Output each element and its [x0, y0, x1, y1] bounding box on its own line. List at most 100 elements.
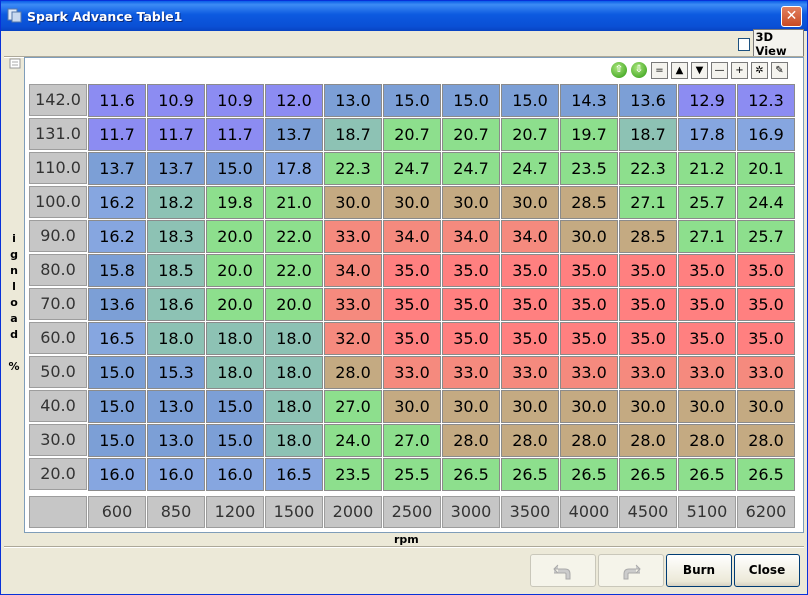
table-cell[interactable]: 24.7	[501, 152, 559, 185]
table-cell[interactable]: 13.0	[147, 390, 205, 423]
table-cell[interactable]: 20.0	[206, 254, 264, 287]
table-cell[interactable]: 35.0	[501, 254, 559, 287]
toolbar-button[interactable]: ✲	[751, 62, 768, 79]
table-cell[interactable]: 24.0	[324, 424, 382, 457]
increase-icon[interactable]: ⇧	[611, 62, 628, 79]
table-cell[interactable]: 27.1	[619, 186, 677, 219]
undo-button[interactable]	[530, 554, 596, 587]
table-cell[interactable]: 25.7	[737, 220, 795, 253]
table-cell[interactable]: 24.7	[383, 152, 441, 185]
table-cell[interactable]: 15.0	[88, 424, 146, 457]
table-cell[interactable]: 34.0	[324, 254, 382, 287]
table-cell[interactable]: 35.0	[442, 322, 500, 355]
decrease-icon[interactable]: ⇩	[631, 62, 648, 79]
table-cell[interactable]: 25.7	[678, 186, 736, 219]
table-cell[interactable]: 33.0	[442, 356, 500, 389]
table-cell[interactable]: 13.7	[265, 118, 323, 151]
table-cell[interactable]: 26.5	[501, 458, 559, 491]
close-button[interactable]: Close	[734, 554, 800, 587]
table-cell[interactable]: 35.0	[619, 254, 677, 287]
table-cell[interactable]: 13.6	[619, 84, 677, 117]
table-cell[interactable]: 20.7	[501, 118, 559, 151]
table-cell[interactable]: 30.0	[501, 186, 559, 219]
toolbar-button[interactable]: +	[731, 62, 748, 79]
title-bar[interactable]: Spark Advance Table1 ✕	[1, 1, 807, 31]
table-cell[interactable]: 10.9	[147, 84, 205, 117]
table-cell[interactable]: 16.0	[147, 458, 205, 491]
view-3d-checkbox[interactable]	[738, 37, 750, 51]
y-axis-cell[interactable]: 100.0	[29, 186, 87, 218]
x-axis-cell[interactable]: 3500	[501, 496, 559, 528]
y-axis-cell[interactable]: 131.0	[29, 118, 87, 150]
table-cell[interactable]: 28.5	[560, 186, 618, 219]
table-cell[interactable]: 30.0	[324, 186, 382, 219]
table-cell[interactable]: 30.0	[678, 390, 736, 423]
table-cell[interactable]: 30.0	[560, 390, 618, 423]
toolbar-button[interactable]: —	[711, 62, 728, 79]
table-cell[interactable]: 18.7	[619, 118, 677, 151]
table-cell[interactable]: 35.0	[442, 254, 500, 287]
table-cell[interactable]: 15.0	[383, 84, 441, 117]
table-cell[interactable]: 33.0	[560, 356, 618, 389]
toolbar-button[interactable]: ▼	[691, 62, 708, 79]
table-cell[interactable]: 33.0	[501, 356, 559, 389]
table-cell[interactable]: 15.0	[442, 84, 500, 117]
table-cell[interactable]: 30.0	[501, 390, 559, 423]
table-cell[interactable]: 13.7	[147, 152, 205, 185]
table-cell[interactable]: 30.0	[442, 390, 500, 423]
y-axis-cell[interactable]: 142.0	[29, 84, 87, 116]
table-cell[interactable]: 18.0	[147, 322, 205, 355]
table-cell[interactable]: 20.0	[206, 220, 264, 253]
table-cell[interactable]: 20.7	[383, 118, 441, 151]
table-cell[interactable]: 18.7	[324, 118, 382, 151]
y-axis-cell[interactable]: 70.0	[29, 288, 87, 320]
table-cell[interactable]: 22.0	[265, 220, 323, 253]
table-cell[interactable]: 34.0	[383, 220, 441, 253]
table-cell[interactable]: 16.2	[88, 186, 146, 219]
table-cell[interactable]: 35.0	[560, 322, 618, 355]
table-cell[interactable]: 30.0	[442, 186, 500, 219]
table-cell[interactable]: 26.5	[619, 458, 677, 491]
table-cell[interactable]: 15.0	[88, 390, 146, 423]
table-cell[interactable]: 35.0	[737, 254, 795, 287]
table-cell[interactable]: 22.0	[265, 254, 323, 287]
toolbar-button[interactable]: ✎	[771, 62, 788, 79]
table-cell[interactable]: 16.5	[265, 458, 323, 491]
view-3d-toggle[interactable]: 3D View	[738, 29, 804, 59]
table-cell[interactable]: 13.0	[147, 424, 205, 457]
table-cell[interactable]: 13.0	[324, 84, 382, 117]
table-cell[interactable]: 35.0	[383, 288, 441, 321]
table-cell[interactable]: 11.7	[88, 118, 146, 151]
table-cell[interactable]: 18.5	[147, 254, 205, 287]
x-axis-cell[interactable]: 6200	[737, 496, 795, 528]
table-cell[interactable]: 35.0	[619, 322, 677, 355]
table-cell[interactable]: 33.0	[324, 288, 382, 321]
table-cell[interactable]: 18.0	[206, 322, 264, 355]
table-cell[interactable]: 15.0	[206, 152, 264, 185]
y-axis-cell[interactable]: 80.0	[29, 254, 87, 286]
table-cell[interactable]: 14.3	[560, 84, 618, 117]
table-cell[interactable]: 15.0	[206, 390, 264, 423]
table-cell[interactable]: 21.2	[678, 152, 736, 185]
table-cell[interactable]: 35.0	[737, 288, 795, 321]
x-axis-cell[interactable]: 1200	[206, 496, 264, 528]
table-cell[interactable]: 12.9	[678, 84, 736, 117]
x-axis-cell[interactable]: 5100	[678, 496, 736, 528]
table-cell[interactable]: 34.0	[442, 220, 500, 253]
table-cell[interactable]: 35.0	[501, 322, 559, 355]
table-cell[interactable]: 20.7	[442, 118, 500, 151]
table-cell[interactable]: 21.0	[265, 186, 323, 219]
table-cell[interactable]: 30.0	[560, 220, 618, 253]
table-cell[interactable]: 15.8	[88, 254, 146, 287]
table-cell[interactable]: 33.0	[324, 220, 382, 253]
y-axis-cell[interactable]: 60.0	[29, 322, 87, 354]
table-cell[interactable]: 18.0	[265, 390, 323, 423]
table-cell[interactable]: 16.0	[88, 458, 146, 491]
table-cell[interactable]: 18.6	[147, 288, 205, 321]
table-cell[interactable]: 16.0	[206, 458, 264, 491]
table-cell[interactable]: 28.0	[501, 424, 559, 457]
y-axis-cell[interactable]: 40.0	[29, 390, 87, 422]
table-cell[interactable]: 23.5	[324, 458, 382, 491]
table-cell[interactable]: 30.0	[383, 390, 441, 423]
x-axis-cell[interactable]: 2000	[324, 496, 382, 528]
